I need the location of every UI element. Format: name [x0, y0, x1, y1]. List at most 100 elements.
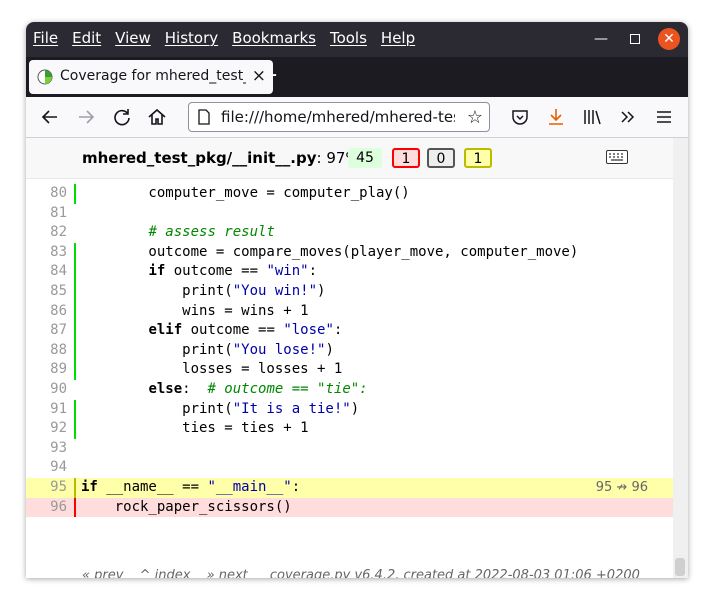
source-line: 88 print("You lose!")	[26, 340, 673, 361]
line-number[interactable]: 93	[26, 439, 67, 459]
coverage-marker	[74, 242, 76, 263]
line-number[interactable]: 89	[26, 360, 67, 380]
coverage-header: mhered_test_pkg/__init__.py: 97% 45 1 0 …	[26, 138, 673, 179]
menu-view[interactable]: View	[115, 29, 151, 47]
source-line: 93	[26, 439, 673, 459]
line-number[interactable]: 92	[26, 419, 67, 439]
run-count-button[interactable]: 45	[348, 148, 382, 168]
line-number[interactable]: 83	[26, 243, 67, 263]
minimize-button[interactable]: —	[590, 28, 612, 50]
coverage-marker	[74, 478, 76, 498]
line-number[interactable]: 81	[26, 204, 67, 224]
coverage-marker	[74, 360, 76, 380]
close-window-button[interactable]: ✕	[658, 28, 680, 50]
coverage-marker	[74, 262, 76, 282]
page-content: mhered_test_pkg/__init__.py: 97% 45 1 0 …	[26, 138, 688, 578]
menu-edit[interactable]: Edit	[72, 29, 101, 47]
source-code: print("You lose!")	[81, 341, 334, 358]
browser-window: File Edit View History Bookmarks Tools H…	[26, 22, 688, 578]
source-code: if outcome == "win":	[148, 263, 318, 280]
keyboard-icon[interactable]	[606, 150, 628, 164]
index-link[interactable]: ^ index	[140, 568, 191, 578]
tab-strip: Coverage for mhered_test_pkg/__init__.py…	[26, 57, 688, 97]
new-tab-icon[interactable]: +	[260, 63, 278, 88]
next-link[interactable]: » next	[207, 568, 248, 578]
coverage-favicon-icon	[37, 69, 53, 85]
excluded-count-button[interactable]: 0	[427, 148, 455, 168]
line-number[interactable]: 96	[26, 498, 67, 518]
footer: « prev ^ index » next coverage.py v6.4.2…	[82, 568, 652, 578]
source-code: elif outcome == "lose":	[148, 322, 343, 339]
bookmark-star-icon[interactable]: ☆	[467, 107, 483, 128]
coverage-marker	[74, 399, 76, 420]
source-code: rock_paper_scissors()	[81, 498, 292, 515]
source-code: # assess result	[148, 224, 275, 241]
overflow-chevrons-icon[interactable]	[616, 105, 640, 129]
line-number[interactable]: 82	[26, 223, 67, 243]
navigation-toolbar: file:///home/mhered/mhered-test-pkg/html…	[26, 97, 688, 138]
line-number[interactable]: 94	[26, 458, 67, 478]
coverage-marker	[74, 321, 76, 341]
home-icon[interactable]	[145, 105, 169, 129]
file-name: mhered_test_pkg/__init__.py	[82, 149, 317, 167]
url-bar[interactable]: file:///home/mhered/mhered-test-pkg/html…	[188, 102, 490, 132]
created-text: coverage.py v6.4.2, created at 2022-08-0…	[269, 568, 640, 578]
source-line: 92 ties = ties + 1	[26, 419, 673, 439]
line-number[interactable]: 85	[26, 282, 67, 302]
source-line: 84 if outcome == "win":	[26, 262, 673, 282]
source-code: else: # outcome == "tie":	[148, 381, 368, 397]
menu-tools[interactable]: Tools	[330, 29, 367, 47]
prev-link[interactable]: « prev	[82, 568, 123, 578]
source-code: outcome = compare_moves(player_move, com…	[81, 243, 579, 260]
coverage-marker	[74, 340, 76, 361]
line-number[interactable]: 86	[26, 302, 67, 322]
line-number[interactable]: 90	[26, 380, 67, 400]
line-number[interactable]: 88	[26, 341, 67, 361]
source-code: print("You win!")	[81, 283, 326, 299]
line-number[interactable]: 87	[26, 321, 67, 341]
menu-help[interactable]: Help	[381, 29, 415, 47]
reload-icon[interactable]	[110, 105, 134, 129]
scrollbar-thumb[interactable]	[675, 558, 685, 576]
source-line: 91 print("It is a tie!")	[26, 399, 673, 420]
line-number[interactable]: 84	[26, 262, 67, 282]
hamburger-menu-icon[interactable]	[652, 105, 676, 129]
coverage-marker	[74, 419, 76, 439]
coverage-marker	[74, 497, 76, 518]
line-number[interactable]: 95	[26, 478, 67, 498]
partial-count-button[interactable]: 1	[464, 148, 492, 168]
source-line: 90 else: # outcome == "tie":	[26, 380, 673, 400]
source-code: wins = wins + 1	[81, 302, 309, 319]
download-icon[interactable]	[544, 105, 568, 129]
source-line: 82 # assess result	[26, 223, 673, 243]
url-text[interactable]: file:///home/mhered/mhered-test-pkg/html…	[221, 108, 455, 126]
source-line: 85 print("You win!")	[26, 282, 673, 302]
menu-file[interactable]: File	[33, 29, 58, 47]
source-code: if __name__ == "__main__":	[81, 479, 301, 495]
source-line: 87 elif outcome == "lose":	[26, 321, 673, 341]
source-code: losses = losses + 1	[81, 361, 343, 378]
page-icon	[198, 109, 210, 125]
menu-history[interactable]: History	[165, 29, 218, 47]
pocket-icon[interactable]	[508, 105, 532, 129]
tab-coverage[interactable]: Coverage for mhered_test_pkg/__init__.py…	[29, 60, 273, 94]
maximize-button[interactable]	[624, 28, 646, 50]
line-number[interactable]: 91	[26, 400, 67, 420]
coverage-marker	[74, 301, 76, 322]
back-arrow-icon[interactable]	[38, 105, 62, 129]
scrollbar[interactable]	[673, 138, 688, 578]
branch-annotation: 95 ↛ 96	[595, 480, 648, 495]
source-line: 81	[26, 204, 673, 224]
menu-bookmarks[interactable]: Bookmarks	[232, 29, 316, 47]
missing-count-button[interactable]: 1	[392, 148, 420, 168]
coverage-marker	[74, 184, 76, 204]
source-code: print("It is a tie!")	[81, 400, 360, 417]
source-line: 89 losses = losses + 1	[26, 360, 673, 380]
source-line: 95 if __name__ == "__main__": 95 ↛ 96	[26, 478, 673, 498]
forward-arrow-icon[interactable]	[74, 105, 98, 129]
source-code: ties = ties + 1	[81, 420, 309, 437]
library-icon[interactable]	[580, 105, 604, 129]
line-number[interactable]: 80	[26, 184, 67, 204]
source-line: 94	[26, 458, 673, 478]
coverage-marker	[74, 282, 76, 302]
